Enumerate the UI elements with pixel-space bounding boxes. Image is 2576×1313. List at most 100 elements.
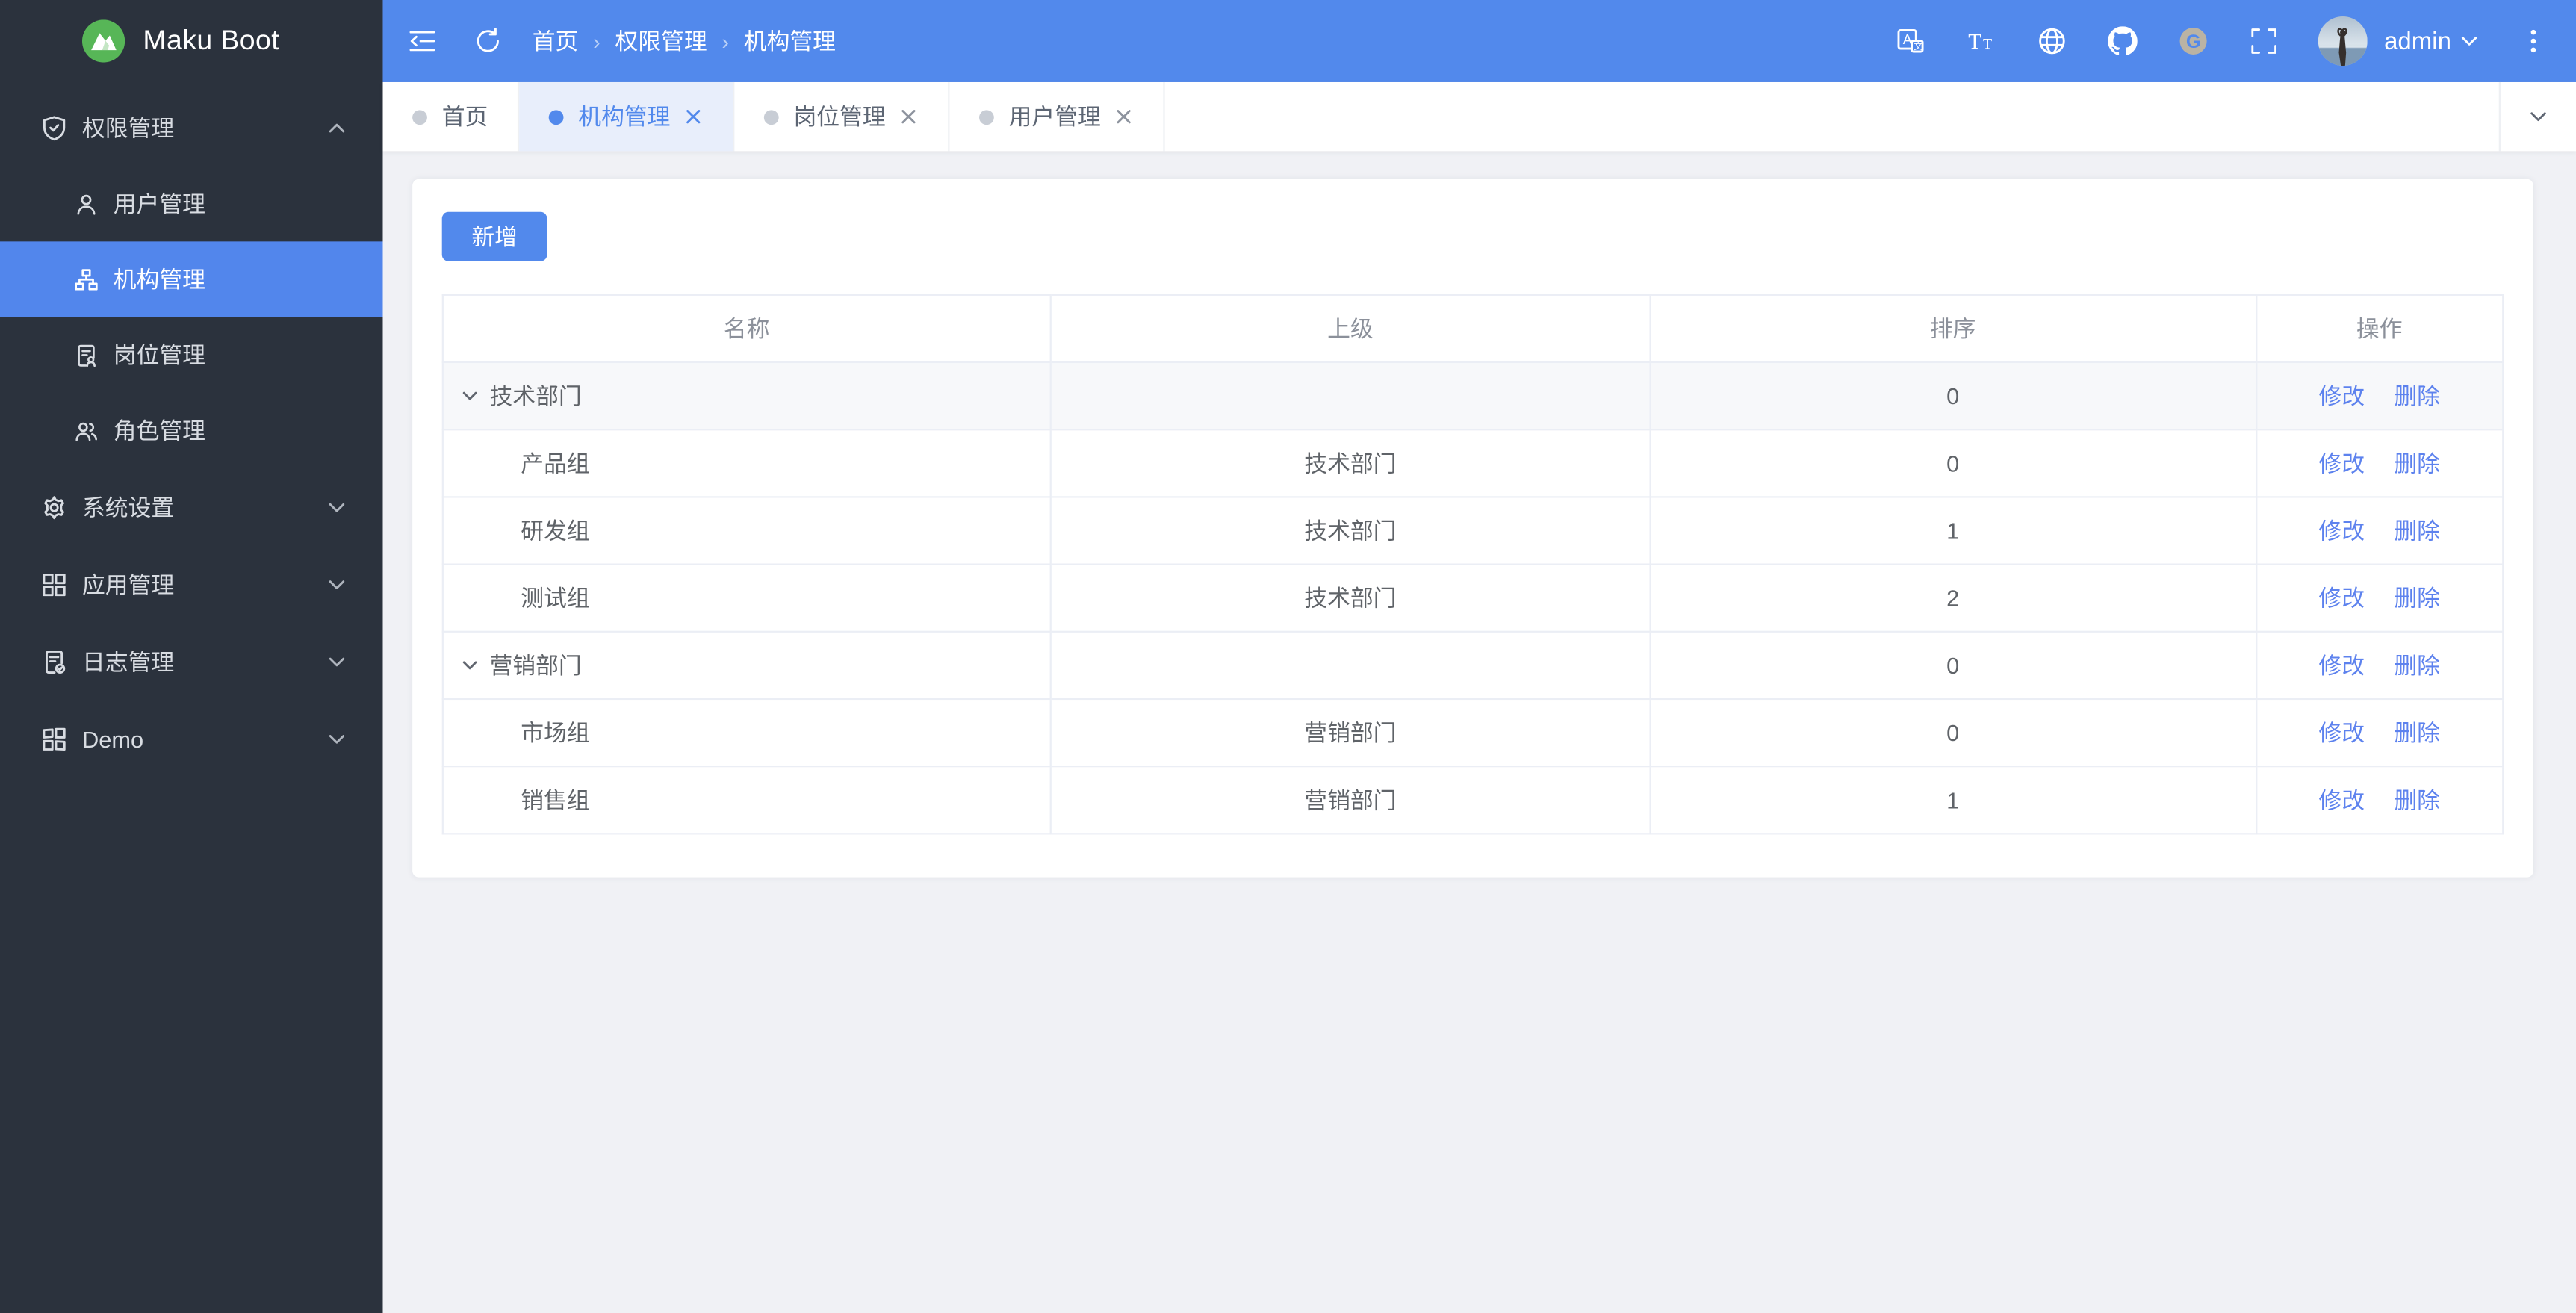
edit-link[interactable]: 修改 <box>2318 787 2365 813</box>
app-logo[interactable]: Maku Boot <box>0 0 383 82</box>
delete-link[interactable]: 删除 <box>2394 787 2440 813</box>
sidebar-subitem-label: 机构管理 <box>113 266 205 293</box>
sidebar-subitem[interactable]: 机构管理 <box>0 241 383 317</box>
font-size-icon[interactable]: TT <box>1965 25 1998 58</box>
org-sort: 1 <box>1649 496 2257 565</box>
tab-status-dot <box>412 109 427 125</box>
user-avatar[interactable] <box>2318 16 2368 66</box>
breadcrumb-item[interactable]: 权限管理 <box>615 25 707 58</box>
close-tab-icon[interactable] <box>899 107 918 126</box>
row-actions: 修改 删除 <box>2255 630 2504 701</box>
delete-link[interactable]: 删除 <box>2394 383 2440 409</box>
org-sort: 0 <box>1649 630 2257 701</box>
row-actions: 修改 删除 <box>2255 698 2504 768</box>
tree-expand-icon[interactable] <box>460 386 479 406</box>
edit-link[interactable]: 修改 <box>2318 585 2365 611</box>
delete-link[interactable]: 删除 <box>2394 450 2440 477</box>
sidebar-subitem-label: 角色管理 <box>113 417 205 444</box>
org-name: 营销部门 <box>489 652 582 679</box>
tab-首页[interactable]: 首页 <box>383 81 520 152</box>
translate-icon[interactable]: A文 <box>1895 25 1928 58</box>
maku-logo-icon <box>81 19 125 63</box>
sidebar-subitem[interactable]: 角色管理 <box>0 393 383 468</box>
delete-link[interactable]: 删除 <box>2394 518 2440 544</box>
org-parent <box>1049 361 1651 431</box>
app-root: Maku Boot 权限管理 用户管理 机构管理 岗位管理 角色管理 系统设置 … <box>0 0 2576 1313</box>
table-row: 技术部门 0 修改 删除 <box>441 361 2504 431</box>
tab-机构管理[interactable]: 机构管理 <box>519 81 735 152</box>
tree-expand-icon[interactable] <box>460 656 479 675</box>
sidebar-item[interactable]: 系统设置 <box>0 468 383 545</box>
svg-text:G: G <box>2186 31 2201 52</box>
sidebar-item-label: 应用管理 <box>81 571 175 597</box>
fullscreen-icon[interactable] <box>2247 25 2280 58</box>
sidebar-item-label: 权限管理 <box>81 114 175 141</box>
delete-link[interactable]: 删除 <box>2394 719 2440 745</box>
sidebar-item-label: 系统设置 <box>81 494 175 521</box>
demo-icon <box>41 725 67 751</box>
org-name: 技术部门 <box>489 382 582 409</box>
post-icon <box>74 343 99 367</box>
github-icon[interactable] <box>2106 25 2139 58</box>
apps-icon <box>41 571 67 597</box>
column-header-parent: 上级 <box>1049 294 1651 364</box>
sidebar-subitem[interactable]: 用户管理 <box>0 166 383 241</box>
shield-check-icon <box>41 114 67 140</box>
sidebar-item-label: 日志管理 <box>81 648 175 674</box>
tab-status-dot <box>979 109 994 125</box>
tab-bar: 首页 机构管理 岗位管理 用户管理 <box>382 81 2576 152</box>
sidebar-item[interactable]: 权限管理 <box>0 89 383 166</box>
breadcrumb-item[interactable]: 首页 <box>533 25 579 58</box>
sidebar-item[interactable]: Demo <box>0 700 383 777</box>
breadcrumb-separator: › <box>721 28 729 54</box>
tab-status-dot <box>763 109 779 125</box>
org-sort: 0 <box>1649 429 2257 498</box>
delete-link[interactable]: 删除 <box>2394 652 2440 678</box>
table-row: 测试组 技术部门 2 修改 删除 <box>441 563 2504 633</box>
chevron-down-icon[interactable] <box>2459 31 2479 51</box>
globe-icon[interactable] <box>2036 25 2069 58</box>
edit-link[interactable]: 修改 <box>2318 450 2365 477</box>
sidebar-item-label: Demo <box>81 725 144 752</box>
content-area: 新增 名称 上级 排序 操作 技术部门 0 修改 删除 产品组 技术部门 0 修… <box>382 151 2576 1313</box>
collapse-menu-icon[interactable] <box>406 25 438 58</box>
svg-text:T: T <box>1969 31 1981 54</box>
refresh-icon[interactable] <box>471 25 504 58</box>
tab-list-dropdown[interactable] <box>2498 81 2576 152</box>
table-row: 研发组 技术部门 1 修改 删除 <box>441 496 2504 565</box>
delete-link[interactable]: 删除 <box>2394 585 2440 611</box>
sidebar-subitem[interactable]: 岗位管理 <box>0 317 383 393</box>
org-name: 测试组 <box>521 585 590 612</box>
close-tab-icon[interactable] <box>683 107 703 126</box>
org-parent: 营销部门 <box>1049 766 1651 835</box>
chevron-down-icon <box>327 729 347 748</box>
column-header-name: 名称 <box>441 294 1052 364</box>
edit-link[interactable]: 修改 <box>2318 383 2365 409</box>
sidebar-item[interactable]: 应用管理 <box>0 545 383 622</box>
sidebar-item[interactable]: 日志管理 <box>0 623 383 700</box>
tabs-container: 首页 机构管理 岗位管理 用户管理 <box>383 81 1165 152</box>
edit-link[interactable]: 修改 <box>2318 652 2365 678</box>
org-name: 销售组 <box>521 786 590 813</box>
log-icon <box>41 648 67 674</box>
more-options-icon[interactable] <box>2517 25 2550 58</box>
edit-link[interactable]: 修改 <box>2318 719 2365 745</box>
org-parent: 技术部门 <box>1049 496 1651 565</box>
table-row: 市场组 营销部门 0 修改 删除 <box>441 698 2504 768</box>
org-table: 名称 上级 排序 操作 技术部门 0 修改 删除 产品组 技术部门 0 修改 删… <box>441 294 2504 835</box>
chevron-down-icon <box>327 574 347 594</box>
app-title: Maku Boot <box>143 24 280 56</box>
svg-text:文: 文 <box>1914 41 1923 52</box>
edit-link[interactable]: 修改 <box>2318 518 2365 544</box>
row-actions: 修改 删除 <box>2255 563 2504 633</box>
org-sort: 2 <box>1649 563 2257 633</box>
gitee-icon[interactable]: G <box>2177 25 2210 58</box>
tab-用户管理[interactable]: 用户管理 <box>949 81 1165 152</box>
username[interactable]: admin <box>2384 27 2451 55</box>
row-actions: 修改 删除 <box>2255 496 2504 565</box>
add-button[interactable]: 新增 <box>441 211 547 261</box>
breadcrumb-item[interactable]: 机构管理 <box>744 25 836 58</box>
close-tab-icon[interactable] <box>1114 107 1133 126</box>
tab-岗位管理[interactable]: 岗位管理 <box>734 81 950 152</box>
org-name: 研发组 <box>521 517 590 544</box>
